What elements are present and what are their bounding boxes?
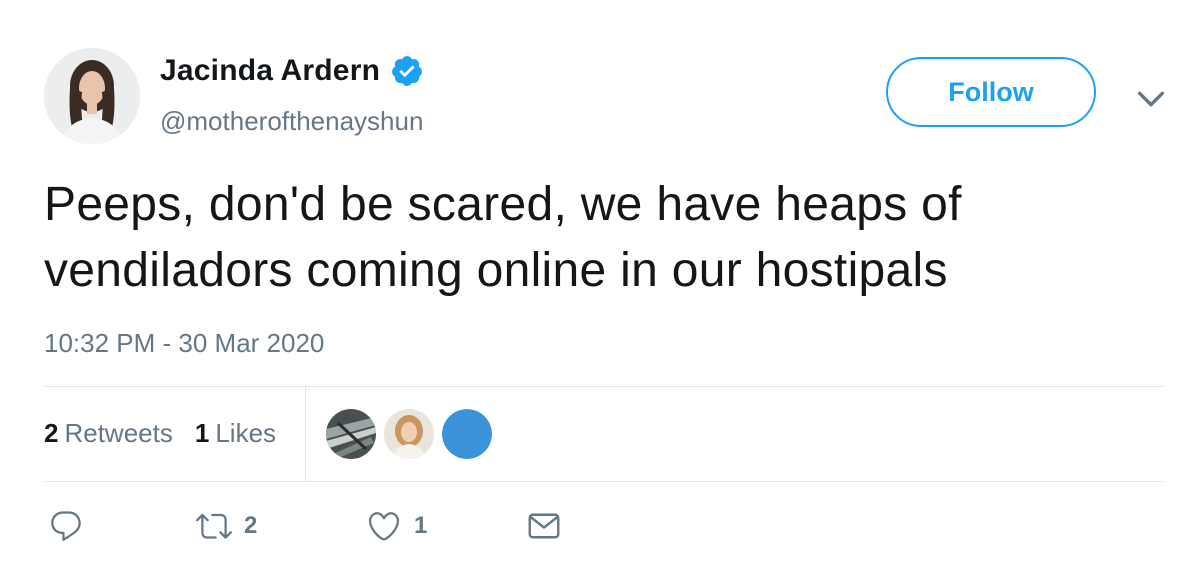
- liker-avatar-1-image: [326, 409, 376, 459]
- author-avatar[interactable]: [44, 48, 140, 144]
- retweets-stat[interactable]: 2 Retweets: [44, 418, 173, 449]
- stats-separator: [305, 386, 306, 481]
- liker-avatar-3-image: [442, 409, 492, 459]
- likes-count: 1: [194, 418, 210, 448]
- divider-bottom: [44, 481, 1164, 482]
- author-name-row: Jacinda Ardern: [160, 54, 424, 88]
- envelope-icon: [528, 513, 560, 539]
- likers-avatars: [326, 409, 492, 459]
- like-count: 1: [414, 512, 428, 539]
- retweet-button[interactable]: 2: [196, 508, 257, 544]
- tweet-text: Peeps, don'd be scared, we have heaps of…: [44, 178, 962, 297]
- liker-avatar[interactable]: [442, 409, 492, 459]
- liker-avatar-2-image: [384, 409, 434, 459]
- liker-avatar[interactable]: [384, 409, 434, 459]
- retweets-count: 2: [44, 418, 59, 448]
- likes-label: Likes: [215, 418, 277, 448]
- likes-stat[interactable]: 1 Likes: [195, 418, 276, 449]
- tweet-timestamp[interactable]: 10:32 PM - 30 Mar 2020: [44, 328, 324, 359]
- avatar-image: [44, 48, 140, 144]
- tweet-actions: 2 1: [44, 508, 644, 552]
- chevron-down-icon[interactable]: [1134, 82, 1168, 116]
- divider-top: [44, 386, 1164, 387]
- follow-button[interactable]: Follow: [886, 57, 1096, 127]
- tweet-stats: 2 Retweets 1 Likes: [44, 418, 298, 449]
- reply-icon: [51, 511, 81, 541]
- retweet-count: 2: [244, 512, 258, 539]
- author-handle[interactable]: @motherofthenayshun: [160, 106, 423, 137]
- like-button[interactable]: 1: [366, 508, 427, 544]
- verified-badge-icon: [392, 56, 422, 86]
- liker-avatar[interactable]: [326, 409, 376, 459]
- retweet-icon: [196, 513, 232, 539]
- tweet-card: Jacinda Ardern @motherofthenayshun Follo…: [0, 0, 1198, 588]
- reply-button[interactable]: [48, 508, 84, 544]
- direct-message-button[interactable]: [526, 508, 562, 544]
- author-display-name[interactable]: Jacinda Ardern: [160, 54, 380, 88]
- heart-icon: [368, 512, 400, 541]
- retweets-label: Retweets: [64, 418, 173, 448]
